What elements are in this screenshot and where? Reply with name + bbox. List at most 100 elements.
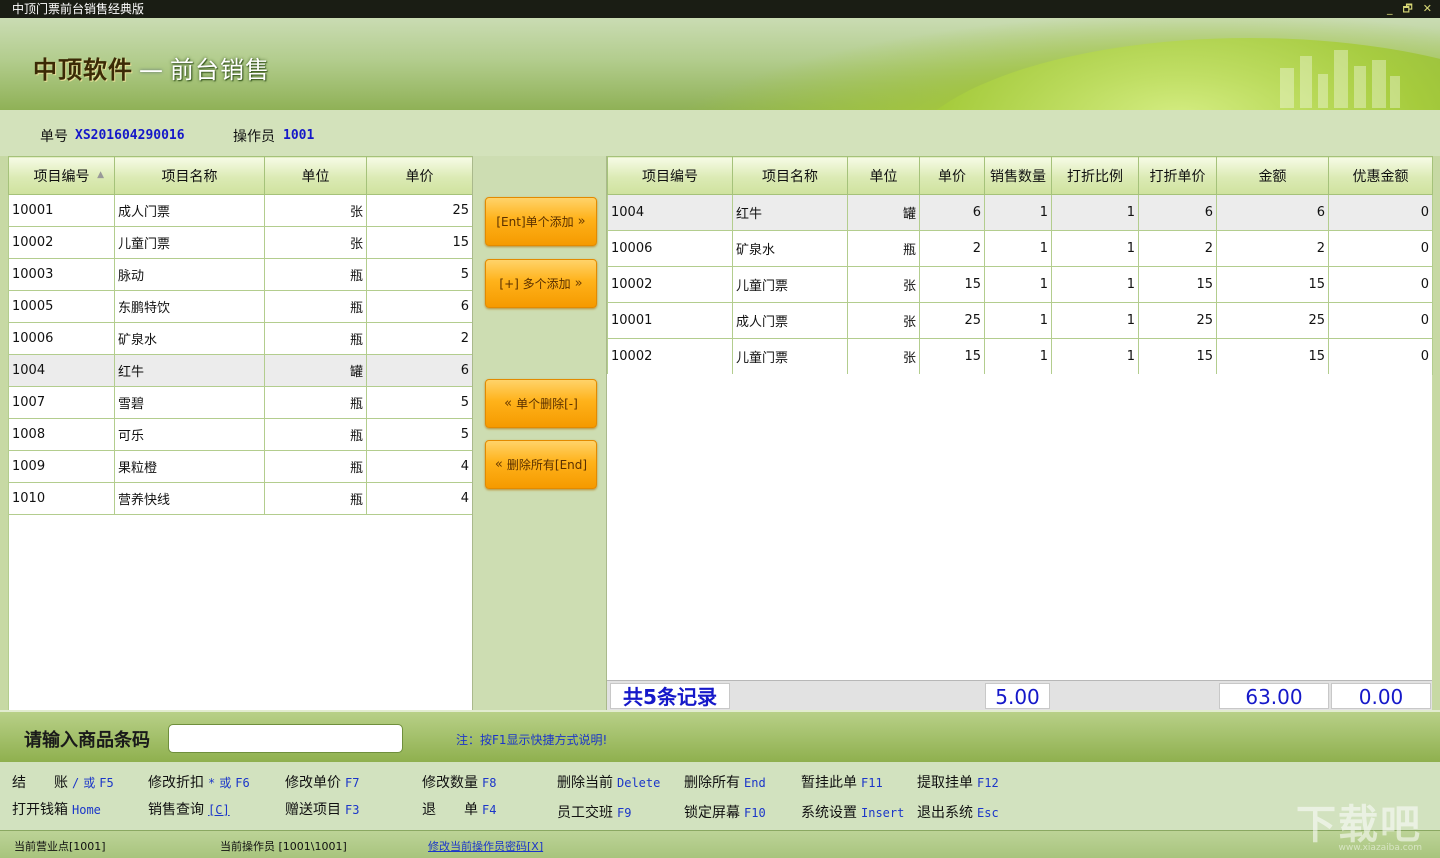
- cell-discount-amount: 0: [1328, 266, 1433, 303]
- cell-discount-price: 25: [1138, 302, 1217, 339]
- window-title: 中顶门票前台销售经典版: [12, 2, 145, 16]
- cell-price: 6: [366, 354, 473, 387]
- cell-unit: 瓶: [264, 482, 367, 515]
- table-row[interactable]: 10006 矿泉水瓶 2 1 1 2 2 0: [607, 230, 1433, 267]
- cell-price: 25: [366, 194, 473, 227]
- table-row[interactable]: 10006 矿泉水瓶 2: [8, 322, 473, 355]
- cell-item-code: 10001: [607, 302, 733, 339]
- cell-item-code: 10005: [8, 290, 115, 323]
- cell-item-code: 10002: [607, 266, 733, 303]
- cell-discount-rate: 1: [1051, 230, 1139, 267]
- delete-single-button[interactable]: «单个删除[-]: [485, 379, 597, 428]
- cell-discount-rate: 1: [1051, 266, 1139, 303]
- shortcut-exit[interactable]: 退出系统 Esc: [917, 802, 999, 822]
- barcode-input[interactable]: [168, 724, 403, 753]
- col-header-item-name[interactable]: 项目名称: [732, 156, 848, 195]
- shortcut-sales-query[interactable]: 销售查询 [C]: [148, 799, 230, 819]
- col-header-discount-price[interactable]: 打折单价: [1138, 156, 1217, 195]
- product-table-header: 项目编号 ▲ 项目名称 单位 单价: [8, 156, 473, 195]
- table-row[interactable]: 10002 儿童门票张 15: [8, 226, 473, 259]
- change-password-link[interactable]: 修改当前操作员密码[X]: [428, 838, 543, 854]
- shortcut-hold-order[interactable]: 暂挂此单 F11: [801, 772, 883, 792]
- status-sales-point: 当前营业点[1001]: [14, 840, 106, 853]
- table-row[interactable]: 1008 可乐瓶 5: [8, 418, 473, 451]
- shortcut-refund[interactable]: 退 单 F4: [422, 799, 496, 819]
- shortcut-open-drawer[interactable]: 打开钱箱 Home: [12, 799, 101, 819]
- table-row[interactable]: 1010 营养快线瓶 4: [8, 482, 473, 515]
- shortcut-shift-change[interactable]: 员工交班 F9: [557, 802, 631, 822]
- shortcut-settings[interactable]: 系统设置 Insert: [801, 802, 904, 822]
- cell-item-name: 雪碧: [114, 386, 265, 419]
- shortcut-retrieve-order[interactable]: 提取挂单 F12: [917, 772, 999, 792]
- cell-item-name: 成人门票: [114, 194, 265, 227]
- col-header-amount[interactable]: 金额: [1216, 156, 1329, 195]
- window-controls: _ 🗗 ✕: [1387, 0, 1432, 18]
- shortcut-checkout[interactable]: 结 账 / 或 F5: [12, 772, 114, 792]
- col-header-item-code[interactable]: 项目编号: [607, 156, 733, 195]
- table-row[interactable]: 1004 红牛罐 6: [8, 354, 473, 387]
- table-row[interactable]: 1004 红牛罐 6 1 1 6 6 0: [607, 194, 1433, 231]
- shortcut-change-price[interactable]: 修改单价 F7: [285, 772, 359, 792]
- cell-price: 5: [366, 386, 473, 419]
- col-header-unit[interactable]: 单位: [847, 156, 920, 195]
- arrow-right-icon: »: [574, 276, 583, 291]
- cell-unit: 罐: [847, 194, 920, 231]
- table-row[interactable]: 10001 成人门票张 25: [8, 194, 473, 227]
- cell-item-name: 矿泉水: [114, 322, 265, 355]
- status-bar: 当前营业点[1001] 当前操作员 [1001\1001] 修改当前操作员密码[…: [0, 830, 1440, 858]
- restore-icon[interactable]: 🗗: [1402, 0, 1412, 18]
- table-row[interactable]: 10002 儿童门票张 15 1 1 15 15 0: [607, 266, 1433, 303]
- cell-amount: 6: [1216, 194, 1329, 231]
- pos-window: 中顶门票前台销售经典版 _ 🗗 ✕ 中顶软件 — 前台销售 单号 XS2016042…: [0, 0, 1440, 858]
- cell-unit: 张: [847, 338, 920, 375]
- table-row[interactable]: 1007 雪碧瓶 5: [8, 386, 473, 419]
- cell-quantity: 1: [984, 338, 1052, 375]
- cell-item-name: 红牛: [732, 194, 848, 231]
- minimize-icon[interactable]: _: [1387, 0, 1393, 18]
- add-multiple-button[interactable]: [+] 多个添加»: [485, 259, 597, 308]
- col-header-price[interactable]: 单价: [366, 156, 473, 195]
- delete-all-button[interactable]: «删除所有[End]: [485, 440, 597, 489]
- col-header-discount-amount[interactable]: 优惠金额: [1328, 156, 1433, 195]
- shortcut-change-discount[interactable]: 修改折扣 * 或 F6: [148, 772, 250, 792]
- col-header-price[interactable]: 单价: [919, 156, 985, 195]
- col-header-item-name[interactable]: 项目名称: [114, 156, 265, 195]
- cell-discount-price: 2: [1138, 230, 1217, 267]
- cell-unit: 瓶: [264, 322, 367, 355]
- cell-item-code: 1008: [8, 418, 115, 451]
- cell-unit: 罐: [264, 354, 367, 387]
- cell-item-name: 果粒橙: [114, 450, 265, 483]
- table-row[interactable]: 10003 脉动瓶 5: [8, 258, 473, 291]
- cell-discount-amount: 0: [1328, 302, 1433, 339]
- col-header-unit[interactable]: 单位: [264, 156, 367, 195]
- add-single-button[interactable]: [Ent]单个添加»: [485, 197, 597, 246]
- record-count: 共5条记录: [610, 683, 730, 709]
- shortcut-lock-screen[interactable]: 锁定屏幕 F10: [684, 802, 766, 822]
- cell-price: 15: [919, 266, 985, 303]
- shortcut-hint: 注：按F1显示快捷方式说明!: [456, 733, 608, 747]
- cell-item-code: 10006: [8, 322, 115, 355]
- cell-item-name: 儿童门票: [114, 226, 265, 259]
- col-header-quantity[interactable]: 销售数量: [984, 156, 1052, 195]
- table-row[interactable]: 1009 果粒橙瓶 4: [8, 450, 473, 483]
- table-row[interactable]: 10005 东鹏特饮瓶 6: [8, 290, 473, 323]
- col-header-discount-rate[interactable]: 打折比例: [1051, 156, 1139, 195]
- operator-value: 1001: [283, 128, 315, 143]
- city-skyline-icon: [1280, 50, 1400, 108]
- shortcut-delete-all[interactable]: 删除所有 End: [684, 772, 766, 792]
- cart-table-empty-area: [607, 374, 1432, 680]
- cell-item-code: 1009: [8, 450, 115, 483]
- cell-discount-amount: 0: [1328, 230, 1433, 267]
- shortcut-delete-current[interactable]: 删除当前 Delete: [557, 772, 660, 792]
- arrow-left-icon: «: [494, 457, 503, 472]
- shortcut-gift-item[interactable]: 赠送项目 F3: [285, 799, 359, 819]
- shortcut-change-quantity[interactable]: 修改数量 F8: [422, 772, 496, 792]
- watermark-logo: 下载吧: [1296, 802, 1422, 848]
- cart-summary-bar: 共5条记录 5.00 63.00 0.00: [607, 680, 1432, 710]
- close-icon[interactable]: ✕: [1423, 0, 1432, 18]
- arrow-right-icon: »: [577, 214, 586, 229]
- brand-logo: 中顶软件 — 前台销售: [33, 50, 270, 85]
- table-row[interactable]: 10002 儿童门票张 15 1 1 15 15 0: [607, 338, 1433, 375]
- table-row[interactable]: 10001 成人门票张 25 1 1 25 25 0: [607, 302, 1433, 339]
- col-header-item-code[interactable]: 项目编号 ▲: [8, 156, 115, 195]
